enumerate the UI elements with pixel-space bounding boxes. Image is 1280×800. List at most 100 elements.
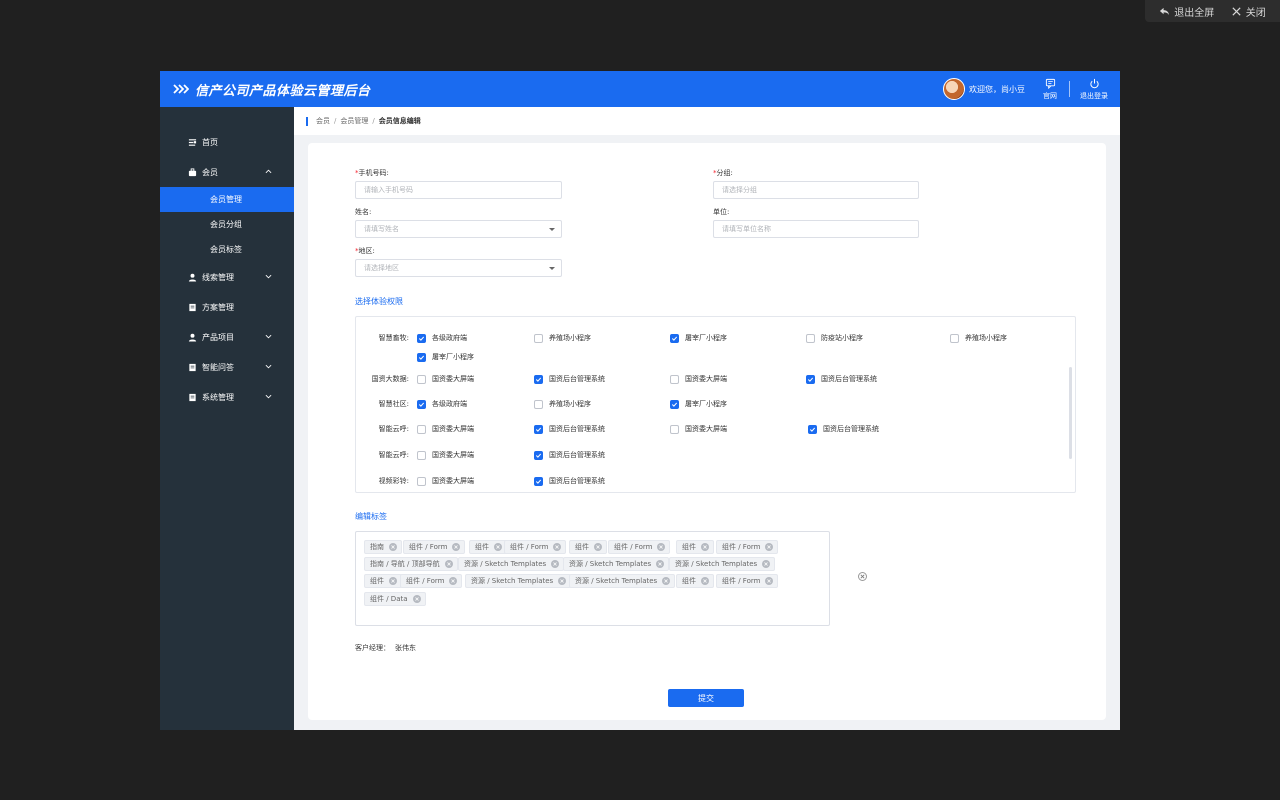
tag-close-icon[interactable] bbox=[452, 543, 461, 551]
checkbox-box bbox=[417, 399, 426, 409]
breadcrumb-member[interactable]: 会员 bbox=[316, 116, 330, 126]
official-site-button[interactable]: 官网 bbox=[1043, 78, 1057, 101]
checkbox-big-screen[interactable]: 国资委大屏端 bbox=[417, 424, 474, 434]
checkbox-label: 养殖场小程序 bbox=[965, 334, 1007, 342]
name-select[interactable]: 请填写姓名 bbox=[355, 220, 562, 238]
group-label: *分组: bbox=[713, 168, 733, 178]
submit-button[interactable]: 提交 bbox=[668, 689, 744, 707]
checkbox-backend[interactable]: 国资后台管理系统 bbox=[534, 450, 605, 460]
tag-close-icon[interactable] bbox=[551, 560, 560, 568]
checkbox-backend[interactable]: 国资后台管理系统 bbox=[534, 424, 605, 434]
tag-item: 组件 / Form bbox=[608, 540, 671, 554]
exit-fullscreen-button[interactable]: 退出全屏 bbox=[1159, 4, 1214, 19]
checkbox-farm-mini[interactable]: 养殖场小程序 bbox=[534, 399, 591, 409]
checkbox-big-screen[interactable]: 国资委大屏端 bbox=[417, 450, 474, 460]
logout-button[interactable]: 退出登录 bbox=[1080, 78, 1108, 101]
checkbox-backend[interactable]: 国资后台管理系统 bbox=[534, 374, 605, 384]
tag-item: 组件 bbox=[569, 540, 607, 554]
name-placeholder: 请填写姓名 bbox=[364, 225, 399, 233]
checkbox-label: 国资后台管理系统 bbox=[549, 375, 605, 383]
checkbox-farm-mini[interactable]: 养殖场小程序 bbox=[950, 333, 1007, 343]
checkbox-label: 国资委大屏端 bbox=[685, 425, 727, 433]
checkbox-backend[interactable]: 国资后台管理系统 bbox=[534, 476, 605, 486]
tag-close-icon[interactable] bbox=[701, 543, 709, 551]
sidebar-item-member-manage[interactable]: 会员管理 bbox=[160, 187, 294, 212]
avatar[interactable] bbox=[943, 78, 965, 100]
sidebar-item-label: 线索管理 bbox=[202, 272, 234, 282]
sidebar-item-member-tag[interactable]: 会员标签 bbox=[160, 237, 294, 262]
unit-placeholder: 请填写单位名称 bbox=[722, 225, 771, 233]
checkbox-slaughter-mini[interactable]: 屠宰厂小程序 bbox=[670, 399, 727, 409]
sidebar-item-products[interactable]: 产品项目 bbox=[160, 322, 294, 352]
tag-label: 组件 / Form bbox=[409, 543, 448, 551]
phone-input[interactable]: 请输入手机号码 bbox=[355, 181, 562, 199]
check-icon bbox=[807, 377, 814, 382]
checkbox-gov-end[interactable]: 各级政府端 bbox=[417, 333, 467, 343]
user-icon bbox=[188, 273, 197, 282]
permissions-scrollbar[interactable] bbox=[1069, 367, 1072, 459]
unit-input[interactable]: 请填写单位名称 bbox=[713, 220, 919, 238]
check-icon bbox=[418, 336, 425, 341]
tag-label: 组件 bbox=[475, 543, 489, 551]
unit-label: 单位: bbox=[713, 208, 730, 216]
sidebar-item-leads[interactable]: 线索管理 bbox=[160, 262, 294, 292]
checkbox-big-screen[interactable]: 国资委大屏端 bbox=[417, 374, 474, 384]
sidebar-item-member[interactable]: 会员 bbox=[160, 157, 294, 187]
checkbox-backend[interactable]: 国资后台管理系统 bbox=[806, 374, 877, 384]
tag-close-icon[interactable] bbox=[657, 543, 666, 551]
sidebar-item-qa[interactable]: 智能问答 bbox=[160, 352, 294, 382]
checkbox-farm-mini[interactable]: 养殖场小程序 bbox=[534, 333, 591, 343]
tag-close-icon[interactable] bbox=[765, 577, 774, 585]
tag-close-icon[interactable] bbox=[444, 560, 453, 568]
checkbox-epidemic-mini[interactable]: 防疫站小程序 bbox=[806, 333, 863, 343]
tag-item: 组件 bbox=[676, 540, 714, 554]
group-select[interactable]: 请选择分组 bbox=[713, 181, 919, 199]
checkbox-label: 防疫站小程序 bbox=[821, 334, 863, 342]
checkbox-slaughter-mini[interactable]: 屠宰厂小程序 bbox=[417, 352, 474, 362]
tag-close-icon[interactable] bbox=[594, 543, 602, 551]
perm-row-label: 智慧畜牧: bbox=[378, 334, 409, 342]
tag-close-icon[interactable] bbox=[762, 560, 771, 568]
close-button[interactable]: 关闭 bbox=[1231, 4, 1266, 19]
breadcrumb-member-manage[interactable]: 会员管理 bbox=[340, 116, 368, 126]
tag-close-icon[interactable] bbox=[389, 577, 397, 585]
region-select[interactable]: 请选择地区 bbox=[355, 259, 562, 277]
tag-item: 组件 / Form bbox=[400, 574, 463, 588]
tag-label: 资源 / Sketch Templates bbox=[464, 560, 547, 568]
checkbox-gov-end[interactable]: 各级政府端 bbox=[417, 399, 467, 409]
sidebar-item-member-group[interactable]: 会员分组 bbox=[160, 212, 294, 237]
tag-close-icon[interactable] bbox=[765, 543, 774, 551]
tag-close-icon[interactable] bbox=[449, 577, 458, 585]
name-label: 姓名: bbox=[355, 208, 372, 216]
tag-close-icon[interactable] bbox=[553, 543, 562, 551]
checkbox-big-screen[interactable]: 国资委大屏端 bbox=[417, 476, 474, 486]
checkbox-big-screen[interactable]: 国资委大屏端 bbox=[670, 374, 727, 384]
checkbox-label: 国资委大屏端 bbox=[432, 375, 474, 383]
tag-close-icon[interactable] bbox=[662, 577, 671, 585]
chevron-down-icon bbox=[265, 334, 272, 339]
tag-editor[interactable]: 指南 组件 / Form 组件 组件 / Form 组件 组件 / Form 组… bbox=[355, 531, 867, 626]
tag-close-icon[interactable] bbox=[494, 543, 502, 551]
breadcrumb-separator: / bbox=[334, 117, 337, 125]
checkbox-big-screen[interactable]: 国资委大屏端 bbox=[670, 424, 727, 434]
sidebar-item-system[interactable]: 系统管理 bbox=[160, 382, 294, 412]
tag-close-icon[interactable] bbox=[656, 560, 665, 568]
document-icon bbox=[189, 393, 196, 401]
clear-tags-icon[interactable] bbox=[858, 572, 867, 581]
tag-close-icon[interactable] bbox=[412, 595, 421, 603]
tag-close-icon[interactable] bbox=[558, 577, 567, 585]
sidebar-item-plans[interactable]: 方案管理 bbox=[160, 292, 294, 322]
perm-row-label: 智能云呼: bbox=[378, 425, 409, 433]
tag-close-icon[interactable] bbox=[389, 543, 397, 551]
tag-item: 组件 / Data bbox=[364, 592, 426, 606]
checkbox-box bbox=[808, 424, 817, 434]
tag-close-icon[interactable] bbox=[701, 577, 709, 585]
checkbox-backend[interactable]: 国资后台管理系统 bbox=[808, 424, 879, 434]
sidebar-item-home[interactable]: 首页 bbox=[160, 127, 294, 157]
checkbox-box bbox=[534, 374, 543, 384]
tag-label: 组件 bbox=[370, 577, 384, 585]
checkbox-slaughter-mini[interactable]: 屠宰厂小程序 bbox=[670, 333, 727, 343]
check-icon bbox=[535, 453, 542, 458]
close-label: 关闭 bbox=[1245, 7, 1266, 19]
tag-item: 组件 / Form bbox=[716, 574, 779, 588]
